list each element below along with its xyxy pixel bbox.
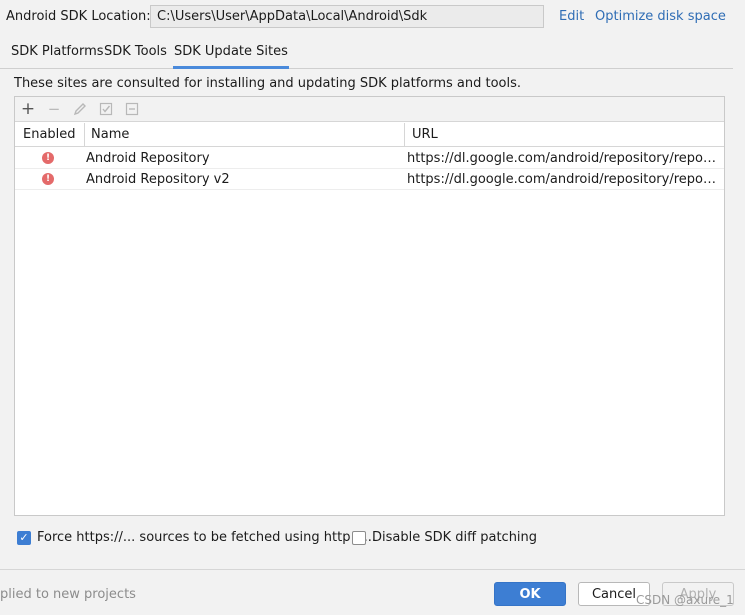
check-all-icon[interactable] — [97, 100, 115, 118]
site-url: https://dl.google.com/android/repository… — [407, 172, 721, 187]
force-https-option[interactable]: ✓ Force https://... sources to be fetche… — [17, 530, 376, 545]
column-divider[interactable] — [84, 123, 85, 147]
disable-diff-option[interactable]: Disable SDK diff patching — [352, 530, 537, 545]
table-row[interactable]: ! Android Repository v2 https://dl.googl… — [15, 169, 724, 190]
update-sites-panel: + − Enabled Name URL ! Android Repositor… — [14, 96, 725, 516]
uncheck-all-icon[interactable] — [123, 100, 141, 118]
sdk-location-row: Android SDK Location: C:\Users\User\AppD… — [0, 0, 745, 34]
edit-link[interactable]: Edit — [559, 9, 584, 24]
footer-note: plied to new projects — [0, 587, 136, 602]
disable-diff-checkbox[interactable] — [352, 530, 366, 545]
description-text: These sites are consulted for installing… — [14, 76, 522, 91]
disable-diff-label: Disable SDK diff patching — [372, 530, 538, 545]
dialog-footer: plied to new projects OK Cancel Apply — [0, 569, 745, 615]
force-https-checkbox[interactable]: ✓ — [17, 530, 31, 545]
plus-icon[interactable]: + — [19, 99, 37, 119]
tab-sdk-platforms[interactable]: SDK Platforms — [11, 44, 104, 69]
site-name: Android Repository v2 — [86, 172, 230, 187]
tab-sdk-update-sites[interactable]: SDK Update Sites — [173, 44, 289, 69]
table-header: Enabled Name URL — [15, 123, 724, 147]
error-icon: ! — [42, 173, 54, 185]
column-header-name[interactable]: Name — [91, 127, 129, 142]
error-icon: ! — [42, 152, 54, 164]
force-https-label: Force https://... sources to be fetched … — [37, 530, 376, 545]
sdk-location-field[interactable]: C:\Users\User\AppData\Local\Android\Sdk — [150, 5, 544, 28]
sites-toolbar: + − — [15, 97, 724, 122]
column-divider[interactable] — [404, 123, 405, 147]
pencil-icon[interactable] — [71, 100, 89, 118]
sdk-location-label: Android SDK Location: — [6, 9, 151, 24]
ok-button[interactable]: OK — [494, 582, 566, 606]
table-row[interactable]: ! Android Repository https://dl.google.c… — [15, 148, 724, 169]
site-url: https://dl.google.com/android/repository… — [407, 151, 721, 166]
minus-icon[interactable]: − — [45, 100, 63, 118]
site-name: Android Repository — [86, 151, 210, 166]
tab-sdk-tools[interactable]: SDK Tools — [104, 44, 167, 69]
column-header-enabled[interactable]: Enabled — [23, 127, 76, 142]
tab-bar: SDK Platforms SDK Tools SDK Update Sites — [0, 40, 733, 69]
watermark: CSDN @axure_1 — [636, 593, 734, 607]
optimize-disk-space-link[interactable]: Optimize disk space — [595, 9, 726, 24]
sdk-manager-dialog: Android SDK Location: C:\Users\User\AppD… — [0, 0, 745, 615]
column-header-url[interactable]: URL — [412, 127, 438, 142]
